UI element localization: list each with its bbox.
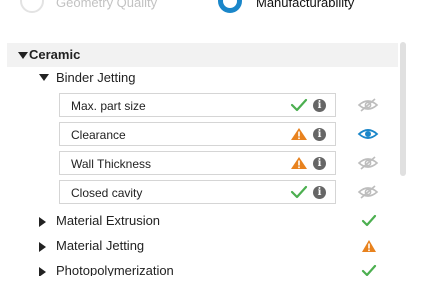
tree-node-label[interactable]: Material Jetting (56, 238, 144, 253)
check-icon (361, 264, 377, 276)
tree-node-label[interactable]: Ceramic (29, 47, 80, 62)
eye-icon[interactable] (357, 126, 379, 142)
radio-circle[interactable] (20, 0, 44, 13)
caret-right-icon[interactable] (39, 242, 46, 252)
check-item-box[interactable]: Closed cavity i (59, 180, 336, 204)
caret-down-icon[interactable] (18, 52, 28, 59)
caret-right-icon[interactable] (39, 267, 46, 276)
radio-circle-selected[interactable] (218, 0, 242, 13)
warning-icon (362, 240, 376, 252)
tree-node-photopolymerization[interactable]: Photopolymerization (7, 260, 398, 276)
eye-off-icon[interactable] (357, 155, 379, 171)
eye-off-icon[interactable] (357, 184, 379, 200)
warning-icon (291, 157, 307, 169)
geometry-quality-label[interactable]: Geometry Quality (56, 0, 157, 10)
check-item-label: Clearance (71, 128, 126, 142)
check-item-box[interactable]: Wall Thickness i (59, 151, 336, 175)
check-item-closed-cavity[interactable]: Closed cavity i (7, 180, 398, 206)
check-icon (290, 185, 308, 199)
info-icon[interactable]: i (313, 99, 326, 112)
check-tree-panel: Ceramic Binder Jetting Max. part size i … (7, 39, 410, 276)
tree-node-material-extrusion[interactable]: Material Extrusion (7, 210, 398, 232)
tree-node-label[interactable]: Material Extrusion (56, 213, 160, 228)
tree-node-label[interactable]: Photopolymerization (56, 263, 174, 276)
warning-icon (291, 128, 307, 140)
check-item-box[interactable]: Clearance i (59, 122, 336, 146)
info-icon[interactable]: i (313, 128, 326, 141)
check-item-label: Max. part size (71, 99, 146, 113)
check-item-clearance[interactable]: Clearance i (7, 122, 398, 148)
check-item-label: Wall Thickness (71, 157, 152, 171)
tree-node-label[interactable]: Binder Jetting (56, 70, 136, 85)
vertical-scrollbar[interactable] (400, 42, 406, 176)
check-item-box[interactable]: Max. part size i (59, 93, 336, 117)
info-icon[interactable]: i (313, 157, 326, 170)
check-icon (290, 98, 308, 112)
tree-node-material-jetting[interactable]: Material Jetting (7, 235, 398, 257)
check-item-label: Closed cavity (71, 186, 143, 200)
check-item-wall-thickness[interactable]: Wall Thickness i (7, 151, 398, 177)
mode-selector: Geometry Quality Manufacturability (0, 0, 432, 24)
caret-right-icon[interactable] (39, 217, 46, 227)
check-icon (361, 214, 377, 227)
eye-off-icon[interactable] (357, 97, 379, 113)
caret-down-icon[interactable] (39, 74, 49, 81)
check-item-max-part-size[interactable]: Max. part size i (7, 93, 398, 119)
tree-node-binder-jetting[interactable]: Binder Jetting (7, 67, 398, 89)
info-icon[interactable]: i (313, 186, 326, 199)
tree-node-ceramic[interactable]: Ceramic (7, 43, 398, 67)
manufacturability-label[interactable]: Manufacturability (256, 0, 354, 10)
